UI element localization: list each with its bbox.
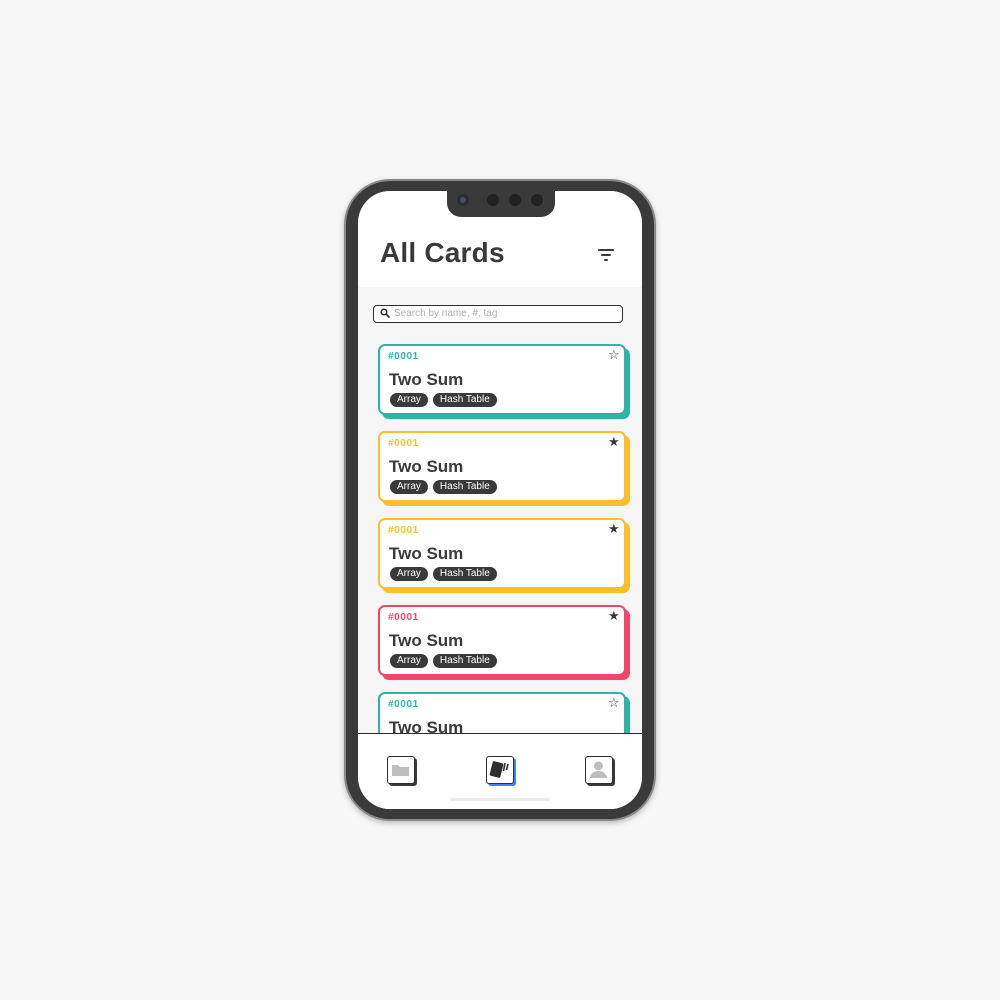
- card-number: #0001: [388, 699, 419, 710]
- problem-card[interactable]: #0001 ★ Two Sum Array Hash Table: [378, 431, 626, 502]
- search-icon: [380, 308, 390, 318]
- cards-icon: [489, 761, 509, 778]
- search-input[interactable]: [394, 306, 614, 321]
- card-title: Two Sum: [389, 544, 464, 563]
- card-list-area[interactable]: #0001 ☆ Two Sum Array Hash Table #0001 ★ Two Su…: [358, 287, 642, 733]
- sensor-icon: [531, 194, 543, 206]
- tag-badge[interactable]: Hash Table: [432, 654, 497, 668]
- tag-badge[interactable]: Hash Table: [432, 393, 497, 407]
- tag-badge[interactable]: Array: [390, 567, 428, 581]
- card-number: #0001: [388, 351, 419, 362]
- problem-card[interactable]: #0001 ★ Two Sum Array Hash Table: [378, 605, 626, 676]
- card-tags: Array Hash Table: [390, 654, 502, 668]
- card-number: #0001: [388, 525, 419, 536]
- phone-screen: All Cards #0001☆Two SumArrayHash Table#0…: [358, 191, 642, 809]
- star-filled-icon[interactable]: ★: [608, 609, 620, 623]
- card-number: #0001: [388, 438, 419, 449]
- card-title: Two Sum: [389, 631, 464, 650]
- card-tags: Array Hash Table: [390, 480, 502, 494]
- card-title: Two Sum: [389, 457, 464, 476]
- cards-nav-button[interactable]: [486, 756, 514, 784]
- bottom-nav: [358, 733, 642, 809]
- folders-nav-button[interactable]: [387, 756, 415, 784]
- search-bar[interactable]: [373, 305, 623, 323]
- profile-icon: [590, 761, 607, 778]
- sensor-icon: [509, 194, 521, 206]
- filter-icon[interactable]: [598, 247, 616, 263]
- problem-card[interactable]: #0001 ☆ Two Sum: [378, 692, 626, 733]
- star-filled-icon[interactable]: ★: [608, 435, 620, 449]
- problem-card[interactable]: #0001 ★ Two Sum Array Hash Table: [378, 518, 626, 589]
- problem-card[interactable]: #0001 ☆ Two Sum Array Hash Table: [378, 344, 626, 415]
- sensor-icon: [487, 194, 499, 206]
- home-indicator[interactable]: [450, 798, 550, 801]
- card-number: #0001: [388, 612, 419, 623]
- folder-icon: [392, 765, 409, 776]
- tag-badge[interactable]: Array: [390, 480, 428, 494]
- tag-badge[interactable]: Array: [390, 393, 428, 407]
- card-title: Two Sum: [389, 370, 464, 389]
- card-title: Two Sum: [389, 718, 464, 733]
- page-title: All Cards: [380, 237, 505, 268]
- card-tags: Array Hash Table: [390, 567, 502, 581]
- profile-nav-button[interactable]: [585, 756, 613, 784]
- star-outline-icon[interactable]: ☆: [608, 348, 620, 362]
- star-outline-icon[interactable]: ☆: [608, 696, 620, 710]
- star-filled-icon[interactable]: ★: [608, 522, 620, 536]
- tag-badge[interactable]: Array: [390, 654, 428, 668]
- card-tags: Array Hash Table: [390, 393, 502, 407]
- phone-notch: [447, 191, 555, 217]
- phone-frame: All Cards #0001☆Two SumArrayHash Table#0…: [344, 179, 656, 821]
- front-camera-icon: [457, 194, 469, 206]
- tag-badge[interactable]: Hash Table: [432, 567, 497, 581]
- tag-badge[interactable]: Hash Table: [432, 480, 497, 494]
